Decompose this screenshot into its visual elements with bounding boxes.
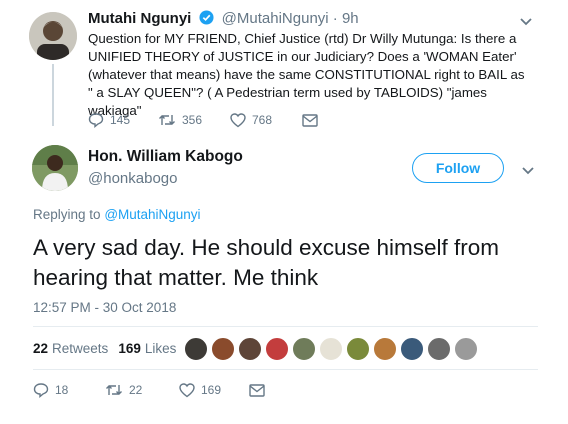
liker-avatar[interactable] xyxy=(237,336,263,362)
reply-icon xyxy=(33,383,49,398)
liker-avatar[interactable] xyxy=(345,336,371,362)
message-icon xyxy=(249,383,265,397)
reply-author-name[interactable]: Hon. William Kabogo xyxy=(88,148,243,166)
parent-reply-action[interactable]: 145 xyxy=(88,110,130,130)
liker-avatars xyxy=(183,336,480,362)
liker-avatar[interactable] xyxy=(399,336,425,362)
liker-avatar[interactable] xyxy=(426,336,452,362)
parent-retweet-action[interactable]: 356 xyxy=(158,110,202,130)
parent-tweet-time[interactable]: 9h xyxy=(342,10,359,27)
parent-message-action[interactable] xyxy=(302,110,318,130)
reply-author-avatar[interactable] xyxy=(32,145,78,191)
parent-author-name[interactable]: Mutahi Ngunyi xyxy=(88,10,191,27)
follow-button[interactable]: Follow xyxy=(412,153,504,183)
heart-icon xyxy=(230,112,246,127)
parent-author-avatar[interactable] xyxy=(29,12,77,60)
liker-avatar[interactable] xyxy=(318,336,344,362)
parent-reply-count: 145 xyxy=(110,113,131,127)
message-icon xyxy=(302,113,318,127)
divider-bottom xyxy=(33,369,538,370)
retweet-icon xyxy=(159,115,175,125)
liker-avatar[interactable] xyxy=(372,336,398,362)
liker-avatar[interactable] xyxy=(183,336,209,362)
thread-connector-line xyxy=(52,64,54,126)
reply-tweet-text: A very sad day. He should excuse himself… xyxy=(33,235,500,290)
reply-reply-action[interactable]: 18 xyxy=(33,380,68,400)
retweets-stat[interactable]: 22 Retweets xyxy=(33,341,108,356)
parent-tweet-text: Question for MY FRIEND, Chief Justice (r… xyxy=(88,31,525,118)
likes-stat[interactable]: 169 Likes xyxy=(118,341,176,356)
liker-avatar[interactable] xyxy=(291,336,317,362)
liker-avatar[interactable] xyxy=(453,336,479,362)
liker-avatar[interactable] xyxy=(210,336,236,362)
reply-reply-count: 18 xyxy=(55,383,69,397)
retweet-icon xyxy=(106,385,122,395)
replying-to-prefix: Replying to xyxy=(33,207,101,222)
reply-caret-down-icon[interactable] xyxy=(521,163,535,175)
verified-badge-icon xyxy=(198,10,214,29)
retweets-stat-count: 22 xyxy=(33,341,49,356)
reply-retweet-count: 22 xyxy=(129,383,143,397)
reply-retweet-action[interactable]: 22 xyxy=(105,380,142,400)
replying-to-link[interactable]: @MutahiNgunyi xyxy=(104,207,200,222)
parent-author-handle[interactable]: @MutahiNgunyi xyxy=(222,10,329,27)
reply-author-handle[interactable]: @honkabogo xyxy=(88,170,177,187)
heart-icon xyxy=(179,382,195,397)
reply-message-action[interactable] xyxy=(249,380,265,400)
reply-like-count: 169 xyxy=(201,383,222,397)
parent-like-count: 768 xyxy=(252,113,273,127)
likes-stat-label: Likes xyxy=(144,341,177,356)
reply-like-action[interactable]: 169 xyxy=(179,380,221,400)
reply-icon xyxy=(88,113,104,128)
caret-down-icon[interactable] xyxy=(519,14,533,26)
parent-like-action[interactable]: 768 xyxy=(230,110,272,130)
reply-timestamp[interactable]: 12:57 PM - 30 Oct 2018 xyxy=(33,300,176,315)
header-separator: · xyxy=(332,10,338,27)
liker-avatar[interactable] xyxy=(264,336,290,362)
parent-tweet-header: Mutahi Ngunyi @MutahiNgunyi · 9h xyxy=(88,10,359,29)
divider-top xyxy=(33,326,538,327)
engagement-stats: 22 Retweets 169 Likes xyxy=(33,341,176,356)
likes-stat-count: 169 xyxy=(118,341,141,356)
parent-retweet-count: 356 xyxy=(182,113,203,127)
retweets-stat-label: Retweets xyxy=(52,341,109,356)
replying-to-line: Replying to @MutahiNgunyi xyxy=(33,207,201,222)
